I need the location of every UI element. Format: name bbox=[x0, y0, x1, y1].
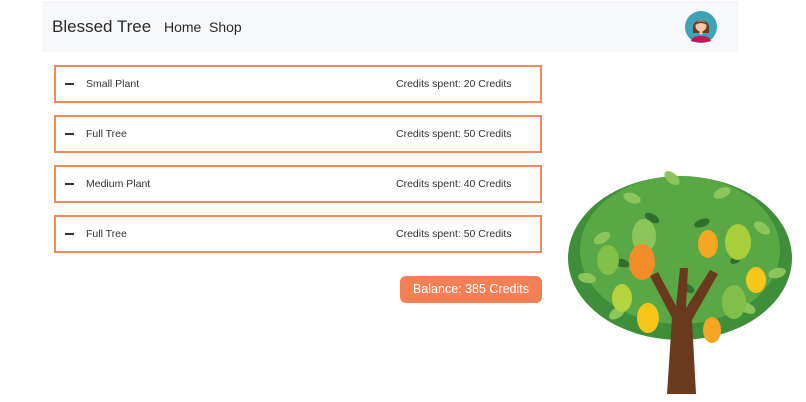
collapse-icon[interactable] bbox=[65, 133, 74, 135]
credits-spent: Credits spent: 50 Credits bbox=[396, 128, 512, 140]
purchase-row[interactable]: Medium Plant Credits spent: 40 Credits bbox=[54, 165, 542, 203]
item-name: Full Tree bbox=[86, 128, 127, 140]
purchase-row[interactable]: Full Tree Credits spent: 50 Credits bbox=[54, 115, 542, 153]
item-name: Medium Plant bbox=[86, 178, 151, 190]
brand-link[interactable]: Blessed Tree bbox=[52, 17, 151, 37]
credits-spent: Credits spent: 20 Credits bbox=[396, 78, 512, 90]
user-avatar-icon[interactable] bbox=[685, 11, 717, 43]
item-name: Small Plant bbox=[86, 78, 140, 90]
collapse-icon[interactable] bbox=[65, 233, 74, 235]
item-name: Full Tree bbox=[86, 228, 127, 240]
tree-illustration bbox=[568, 171, 792, 394]
balance-badge: Balance: 385 Credits bbox=[400, 276, 542, 303]
credits-spent: Credits spent: 40 Credits bbox=[396, 178, 512, 190]
collapse-icon[interactable] bbox=[65, 183, 74, 185]
nav-shop-link[interactable]: Shop bbox=[209, 19, 242, 35]
credits-spent: Credits spent: 50 Credits bbox=[396, 228, 512, 240]
collapse-icon[interactable] bbox=[65, 83, 74, 85]
nav-home-link[interactable]: Home bbox=[164, 19, 201, 35]
purchase-row[interactable]: Full Tree Credits spent: 50 Credits bbox=[54, 215, 542, 253]
purchase-list: Small Plant Credits spent: 20 Credits Fu… bbox=[54, 65, 542, 265]
purchase-row[interactable]: Small Plant Credits spent: 20 Credits bbox=[54, 65, 542, 103]
navbar: Blessed Tree Home Shop bbox=[42, 2, 738, 52]
